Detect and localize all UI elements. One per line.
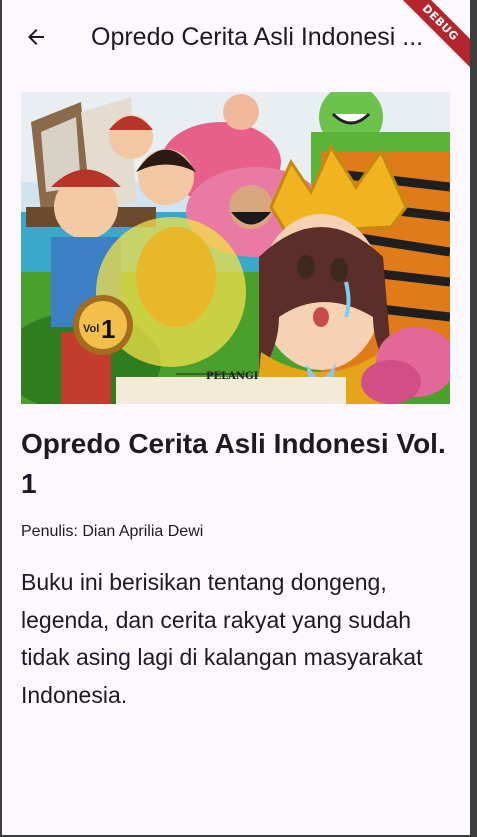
app-screen: Opredo Cerita Asli Indonesi ... DEBUG PE… <box>2 0 470 835</box>
book-author: Penulis: Dian Aprilia Dewi <box>21 523 204 540</box>
arrow-left-icon <box>28 29 44 45</box>
back-button[interactable] <box>16 17 56 57</box>
book-cover-image: PELANGI Vol 1 <box>21 92 450 404</box>
app-bar: Opredo Cerita Asli Indonesi ... <box>2 0 470 74</box>
cover-badge-vol: Vol <box>83 323 99 335</box>
book-description: Buku ini berisikan tentang dongeng, lege… <box>21 569 423 708</box>
publisher-logo-text: PELANGI <box>206 371 259 382</box>
app-bar-title: Opredo Cerita Asli Indonesi ... <box>91 23 424 51</box>
cover-badge-number: 1 <box>101 314 115 344</box>
book-title: Opredo Cerita Asli Indonesi Vol. 1 <box>21 428 446 499</box>
